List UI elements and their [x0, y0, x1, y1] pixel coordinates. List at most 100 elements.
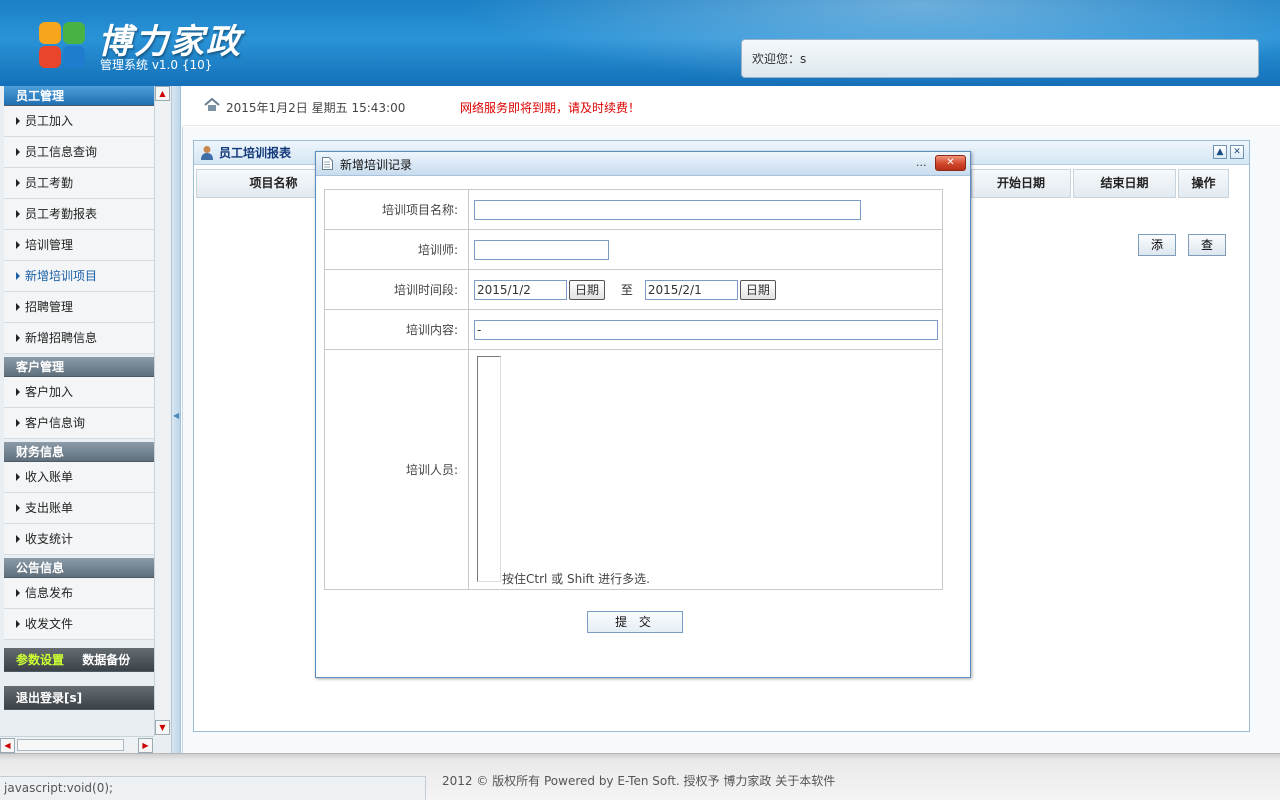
- sidebar-splitter[interactable]: ◀: [172, 86, 181, 753]
- sidebar-vertical-scrollbar[interactable]: ▲ ▼: [154, 86, 170, 736]
- column-header-action[interactable]: 操作: [1178, 169, 1229, 198]
- sidebar-item-label: 员工加入: [25, 114, 74, 128]
- brand-subtitle: 管理系统 v1.0 {10}: [100, 58, 213, 72]
- end-date-input[interactable]: 2015/2/1: [644, 279, 738, 300]
- triangle-right-icon: [16, 388, 20, 396]
- sidebar-item-attendance[interactable]: 员工考勤: [4, 168, 154, 199]
- sidebar-item-statistics[interactable]: 收支统计: [4, 524, 154, 555]
- triangle-right-icon: [16, 117, 20, 125]
- sidebar-item-label: 新增招聘信息: [25, 331, 98, 345]
- triangle-right-icon: [16, 589, 20, 597]
- sidebar-item-label: 新增培训项目: [25, 269, 98, 283]
- scroll-down-icon[interactable]: ▼: [155, 720, 170, 735]
- sidebar-section-finance[interactable]: 财务信息: [4, 442, 154, 462]
- home-icon: [204, 98, 220, 111]
- multiselect-hint: 按住Ctrl 或 Shift 进行多选.: [502, 572, 650, 586]
- sidebar-menu: 员工管理 员工加入 员工信息查询 员工考勤 员工考勤报表 培训管理 新增培训项目…: [4, 86, 154, 736]
- to-label: 至: [620, 283, 633, 297]
- sidebar-item-label: 招聘管理: [25, 300, 74, 314]
- staff-listbox[interactable]: [477, 356, 501, 582]
- sidebar-item-publish[interactable]: 信息发布: [4, 578, 154, 609]
- sidebar-item-staff-add[interactable]: 员工加入: [4, 106, 154, 137]
- triangle-right-icon: [16, 334, 20, 342]
- sidebar-item-label: 信息发布: [25, 586, 74, 600]
- sidebar-section-customer[interactable]: 客户管理: [4, 357, 154, 377]
- sidebar-item-label: 客户加入: [25, 385, 74, 399]
- sidebar-item-expense[interactable]: 支出账单: [4, 493, 154, 524]
- sidebar-item-staff-query[interactable]: 员工信息查询: [4, 137, 154, 168]
- scroll-right-icon[interactable]: ▶: [138, 738, 153, 753]
- dialog-titlebar[interactable]: 新增培训记录 ... ✕: [316, 152, 970, 176]
- triangle-right-icon: [16, 419, 20, 427]
- start-date-input[interactable]: 2015/1/2: [474, 279, 567, 300]
- triangle-right-icon: [16, 303, 20, 311]
- scroll-up-icon[interactable]: ▲: [155, 86, 170, 101]
- sidebar-item-label: 培训管理: [25, 238, 74, 252]
- logo-icon: [37, 18, 87, 76]
- close-icon[interactable]: ✕: [1230, 145, 1244, 159]
- sidebar-item-label: 员工考勤: [25, 176, 74, 190]
- user-icon: [201, 146, 213, 160]
- staff-label: 培训人员:: [324, 349, 469, 590]
- project-name-input[interactable]: [474, 199, 861, 220]
- start-date-button[interactable]: 日期: [569, 279, 606, 300]
- sidebar-section-staff[interactable]: 员工管理: [4, 86, 154, 106]
- expiry-notice: 网络服务即将到期，请及时续费！: [460, 101, 641, 115]
- dialog-close-button[interactable]: ✕: [935, 155, 966, 171]
- sidebar-item-new-training[interactable]: 新增培训项目: [4, 261, 154, 292]
- triangle-right-icon: [16, 473, 20, 481]
- triangle-right-icon: [16, 535, 20, 543]
- trainer-input[interactable]: [474, 239, 609, 260]
- triangle-right-icon: [16, 179, 20, 187]
- sidebar-settings-bar: 参数设置 数据备份: [4, 648, 154, 672]
- query-button[interactable]: 查: [1188, 234, 1226, 256]
- triangle-right-icon: [16, 148, 20, 156]
- scroll-left-icon[interactable]: ◀: [0, 738, 15, 753]
- current-datetime: 2015年1月2日 星期五 15:43:00: [226, 101, 406, 115]
- sidebar-item-label: 客户信息询: [25, 416, 86, 430]
- sidebar-item-training[interactable]: 培训管理: [4, 230, 154, 261]
- add-button[interactable]: 添: [1138, 234, 1176, 256]
- browser-status-bar: javascript:void(0);: [0, 776, 426, 800]
- sidebar-item-label: 收入账单: [25, 470, 74, 484]
- sidebar-item-label: 收发文件: [25, 617, 74, 631]
- copyright-text[interactable]: 2012 © 版权所有 Powered by E-Ten Soft. 授权予 博…: [442, 772, 835, 789]
- sidebar-item-label: 收支统计: [25, 532, 74, 546]
- sidebar: 员工管理 员工加入 员工信息查询 员工考勤 员工考勤报表 培训管理 新增培训项目…: [0, 86, 172, 753]
- triangle-right-icon: [16, 620, 20, 628]
- column-header-start[interactable]: 开始日期: [971, 169, 1071, 198]
- sidebar-item-income[interactable]: 收入账单: [4, 462, 154, 493]
- triangle-right-icon: [16, 210, 20, 218]
- sidebar-item-attendance-report[interactable]: 员工考勤报表: [4, 199, 154, 230]
- scroll-thumb[interactable]: [17, 739, 124, 751]
- logout-link[interactable]: 退出登录[s]: [4, 686, 154, 710]
- column-header-end[interactable]: 结束日期: [1073, 169, 1176, 198]
- new-training-dialog: 新增培训记录 ... ✕ 培训项目名称: 培训师: 培训时间段: 2015/1/…: [315, 151, 971, 678]
- content-input[interactable]: -: [474, 319, 938, 340]
- submit-button[interactable]: 提 交: [587, 611, 683, 633]
- settings-link[interactable]: 参数设置: [16, 653, 64, 667]
- sidebar-horizontal-scrollbar[interactable]: ◀ ▶: [0, 736, 154, 753]
- backup-link[interactable]: 数据备份: [82, 653, 130, 667]
- trainer-label: 培训师:: [324, 229, 469, 270]
- more-icon[interactable]: ...: [916, 156, 927, 169]
- training-form: 培训项目名称: 培训师: 培训时间段: 2015/1/2 日期 至 2015/2/1…: [324, 189, 943, 590]
- sidebar-item-new-recruitment[interactable]: 新增招聘信息: [4, 323, 154, 354]
- sidebar-item-customer-add[interactable]: 客户加入: [4, 377, 154, 408]
- sidebar-section-notice[interactable]: 公告信息: [4, 558, 154, 578]
- sidebar-item-recruitment[interactable]: 招聘管理: [4, 292, 154, 323]
- triangle-right-icon: [16, 272, 20, 280]
- name-label: 培训项目名称:: [324, 189, 469, 230]
- sidebar-item-customer-query[interactable]: 客户信息询: [4, 408, 154, 439]
- sidebar-item-files[interactable]: 收发文件: [4, 609, 154, 640]
- dialog-title: 新增培训记录: [340, 158, 413, 172]
- collapse-icon[interactable]: ▲: [1213, 145, 1227, 159]
- triangle-right-icon: [16, 504, 20, 512]
- collapse-arrow-icon[interactable]: ◀: [173, 411, 179, 420]
- triangle-right-icon: [16, 241, 20, 249]
- period-label: 培训时间段:: [324, 269, 469, 310]
- end-date-button[interactable]: 日期: [739, 279, 776, 300]
- sidebar-item-label: 员工信息查询: [25, 145, 98, 159]
- content-label: 培训内容:: [324, 309, 469, 350]
- welcome-bar: 欢迎您：s: [741, 39, 1259, 78]
